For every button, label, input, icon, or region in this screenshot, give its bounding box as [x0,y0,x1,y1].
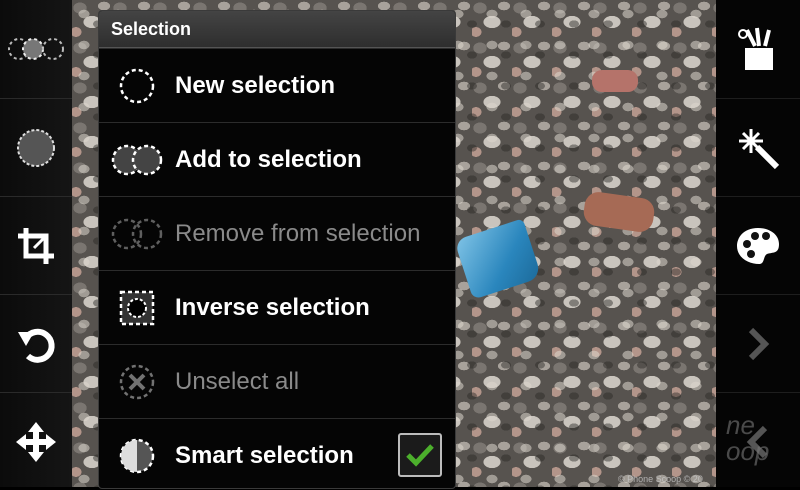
palette-button[interactable] [716,196,800,294]
copyright-text: © Phone Scoop © 20 [618,474,703,484]
rotate-icon [18,328,55,363]
menu-item-unselect-all[interactable]: Unselect all [99,344,455,418]
menu-item-smart-selection[interactable]: Smart selection [99,418,455,488]
menu-item-remove-from-selection[interactable]: Remove from selection [99,196,455,270]
menu-item-label: Inverse selection [175,293,370,321]
inverse-selection-icon [119,290,155,325]
unselect-all-icon [119,364,155,399]
left-toolbar [0,0,72,487]
magic-wand-icon [739,128,780,169]
menu-item-add-to-selection[interactable]: Add to selection [99,122,455,196]
tools-button[interactable] [716,0,800,97]
menu-item-new-selection[interactable]: New selection [99,48,455,122]
palette-icon [737,227,779,264]
checkmark-icon [406,444,434,467]
selection-menu: Selection New selection Add to selection… [98,10,456,489]
next-button[interactable] [716,294,800,392]
menu-item-label: Remove from selection [175,219,421,247]
menu-item-label: Add to selection [175,145,362,173]
tools-cup-icon [738,27,773,70]
remove-selection-icon [111,218,163,249]
circle-selection-icon [17,128,55,167]
smart-selection-checkbox[interactable] [398,433,442,477]
crop-icon [18,227,54,264]
menu-item-label: Unselect all [175,367,300,395]
move-icon [16,421,56,462]
rotate-button[interactable] [0,294,72,392]
add-selection-icon [111,144,163,175]
move-button[interactable] [0,392,72,490]
circle-selection-button[interactable] [0,98,72,196]
crop-button[interactable] [0,196,72,294]
selection-mode-button[interactable] [0,0,72,97]
new-selection-icon [119,68,155,103]
watermark: ne oop [726,410,770,466]
next-arrow-icon [748,327,770,360]
menu-item-inverse-selection[interactable]: Inverse selection [99,270,455,344]
menu-title: Selection [99,11,455,48]
menu-item-label: Smart selection [175,441,354,469]
magic-wand-button[interactable] [716,98,800,196]
selection-mode-icon [8,37,64,60]
menu-item-label: New selection [175,71,336,99]
smart-selection-icon [119,438,155,473]
photo-rock [592,70,638,92]
